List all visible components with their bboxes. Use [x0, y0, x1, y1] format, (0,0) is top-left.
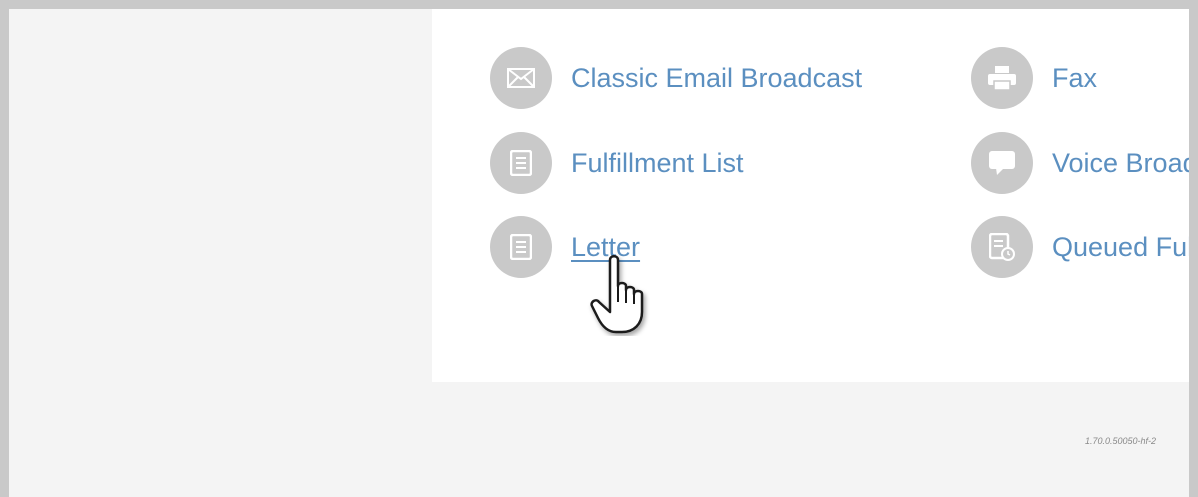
version-label: 1.70.0.50050-hf-2 — [1085, 436, 1157, 446]
menu-card: Classic Email Broadcast Fulfillment List… — [432, 9, 1189, 382]
printer-icon — [971, 47, 1033, 109]
menu-item-fax[interactable]: Fax — [971, 47, 1097, 109]
menu-item-label: Classic Email Broadcast — [571, 62, 863, 93]
menu-item-label: Fulfillment List — [571, 147, 744, 178]
document-icon — [490, 132, 552, 194]
menu-item-classic-email-broadcast[interactable]: Classic Email Broadcast — [490, 47, 862, 109]
speech-bubble-icon — [971, 132, 1033, 194]
hand-pointer-icon — [586, 252, 650, 341]
menu-item-fulfillment-list[interactable]: Fulfillment List — [490, 132, 744, 194]
document-clock-icon — [971, 216, 1033, 278]
menu-item-label: Voice Broadcast — [1052, 147, 1189, 178]
document-icon — [490, 216, 552, 278]
envelope-icon — [490, 47, 552, 109]
menu-item-voice-broadcast[interactable]: Voice Broadcast — [971, 132, 1189, 194]
menu-item-label: Fax — [1052, 62, 1098, 93]
menu-item-queued-fulfillment[interactable]: Queued Fulfillment — [971, 216, 1189, 278]
menu-item-label: Queued Fulfillment — [1052, 231, 1189, 262]
